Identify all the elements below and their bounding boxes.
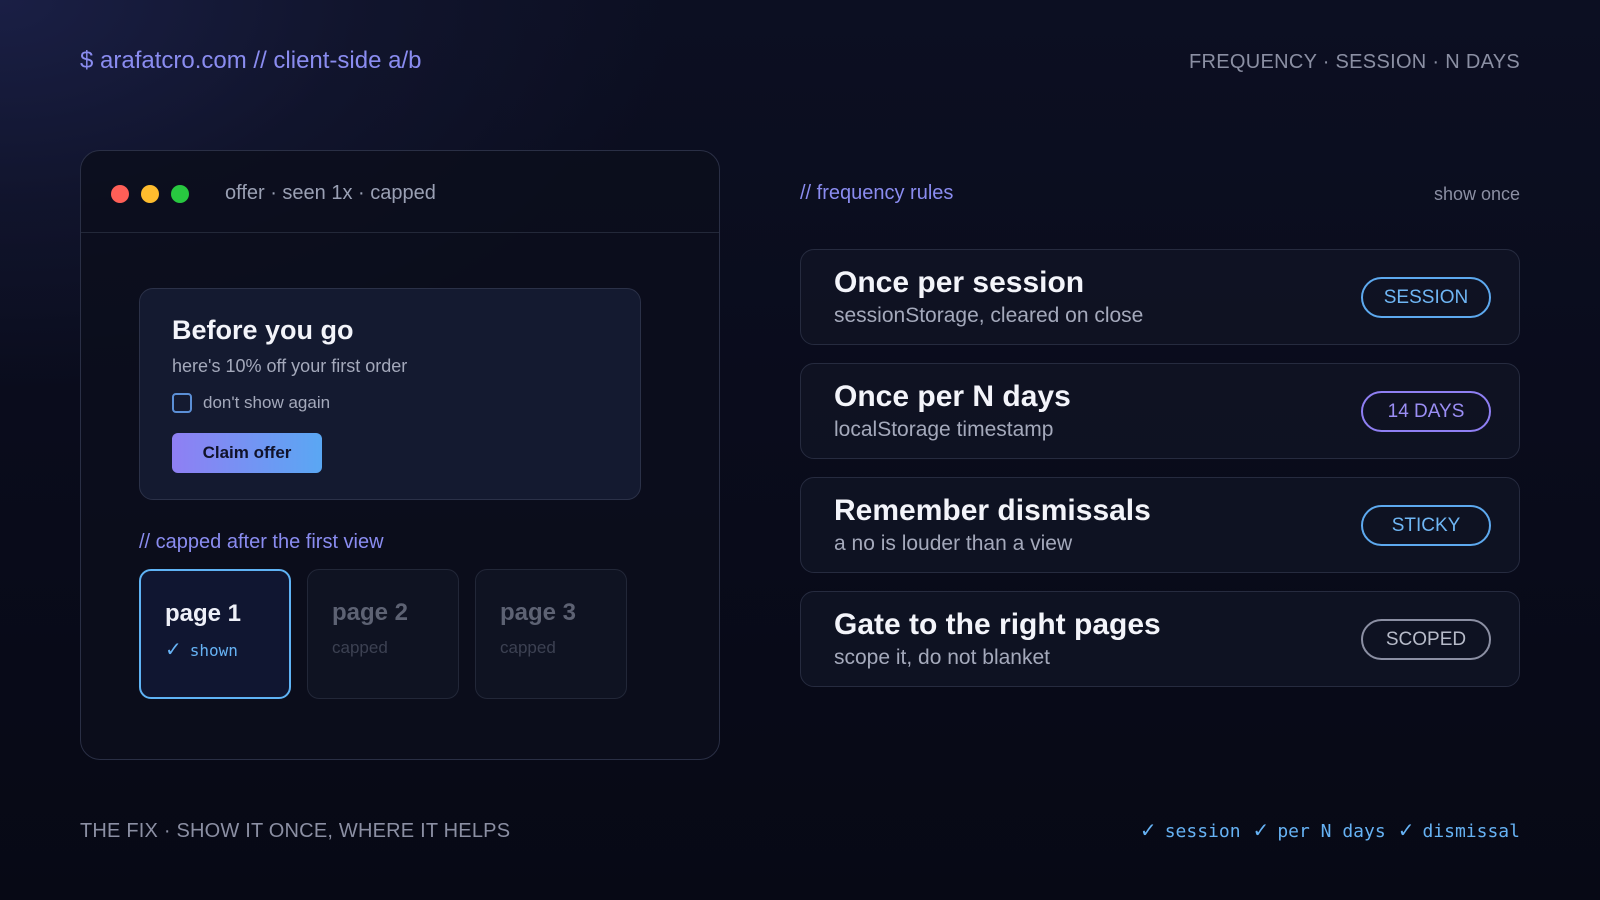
page-card-3[interactable]: page 3 capped — [475, 569, 627, 699]
rule-card-dismissals: Remember dismissals a no is louder than … — [800, 477, 1520, 573]
page-status: ✓ shown — [165, 637, 238, 661]
rules-heading: // frequency rules — [800, 182, 954, 204]
window-title: offer · seen 1x · capped — [225, 182, 436, 204]
rule-title: Remember dismissals — [834, 494, 1151, 527]
claim-offer-button[interactable]: Claim offer — [172, 433, 322, 473]
offer-title: Before you go — [172, 315, 354, 345]
page-name: page 2 — [332, 599, 409, 626]
rule-badge: STICKY — [1361, 505, 1491, 546]
window-titlebar: offer · seen 1x · capped — [81, 151, 719, 233]
rule-card-scoped: Gate to the right pages scope it, do not… — [800, 591, 1520, 687]
rule-badge: 14 DAYS — [1361, 391, 1491, 432]
check-icon: ✓ — [1139, 818, 1157, 842]
page-name: page 3 — [500, 599, 577, 626]
offer-popup: Before you go here's 10% off your first … — [139, 288, 641, 500]
footer-check-item: ✓ session — [1140, 818, 1241, 842]
offer-subtitle: here's 10% off your first order — [172, 356, 408, 376]
footer-check-item: ✓ dismissal — [1398, 818, 1520, 842]
dont-show-again-checkbox[interactable] — [172, 393, 192, 413]
close-window-dot[interactable] — [111, 185, 129, 203]
page-status-text: shown — [189, 641, 238, 660]
footer-check-label: per N days — [1277, 821, 1386, 842]
rule-title: Once per session — [834, 266, 1085, 299]
brand-title: $ arafatcro.com // client-side a/b — [80, 47, 422, 74]
rule-badge: SESSION — [1361, 277, 1491, 318]
maximize-window-dot[interactable] — [171, 185, 189, 203]
rule-card-n-days: Once per N days localStorage timestamp 1… — [800, 363, 1520, 459]
page-status: capped — [500, 638, 556, 657]
footer-check-label: dismissal — [1422, 821, 1520, 842]
page-name: page 1 — [165, 600, 242, 627]
rule-card-session: Once per session sessionStorage, cleared… — [800, 249, 1520, 345]
minimize-window-dot[interactable] — [141, 185, 159, 203]
page-card-2[interactable]: page 2 capped — [307, 569, 459, 699]
check-icon: ✓ — [1252, 818, 1270, 842]
dont-show-again-label: don't show again — [203, 393, 331, 412]
rule-title: Once per N days — [834, 380, 1071, 413]
rule-badge: SCOPED — [1361, 619, 1491, 660]
dont-show-again-row[interactable]: don't show again — [172, 393, 330, 413]
rule-subtitle: scope it, do not blanket — [834, 646, 1050, 669]
rules-aside: show once — [1433, 184, 1520, 204]
footer-check-item: ✓ per N days — [1253, 818, 1386, 842]
preview-window: offer · seen 1x · capped Before you go h… — [80, 150, 720, 760]
header-tagline: FREQUENCY · SESSION · N DAYS — [1188, 51, 1520, 73]
page-status: capped — [332, 638, 388, 657]
rule-subtitle: a no is louder than a view — [834, 532, 1073, 555]
footer-checks: ✓ session ✓ per N days ✓ dismissal — [1140, 818, 1520, 842]
check-icon: ✓ — [1397, 818, 1415, 842]
rule-title: Gate to the right pages — [834, 608, 1161, 641]
rule-subtitle: sessionStorage, cleared on close — [834, 304, 1144, 327]
check-icon: ✓ — [165, 637, 182, 661]
capped-note: // capped after the first view — [139, 531, 384, 553]
footer-check-label: session — [1164, 821, 1241, 842]
rule-subtitle: localStorage timestamp — [834, 418, 1054, 441]
footer-fix-caption: THE FIX · SHOW IT ONCE, WHERE IT HELPS — [80, 820, 511, 842]
page-card-1[interactable]: page 1 ✓ shown — [139, 569, 291, 699]
